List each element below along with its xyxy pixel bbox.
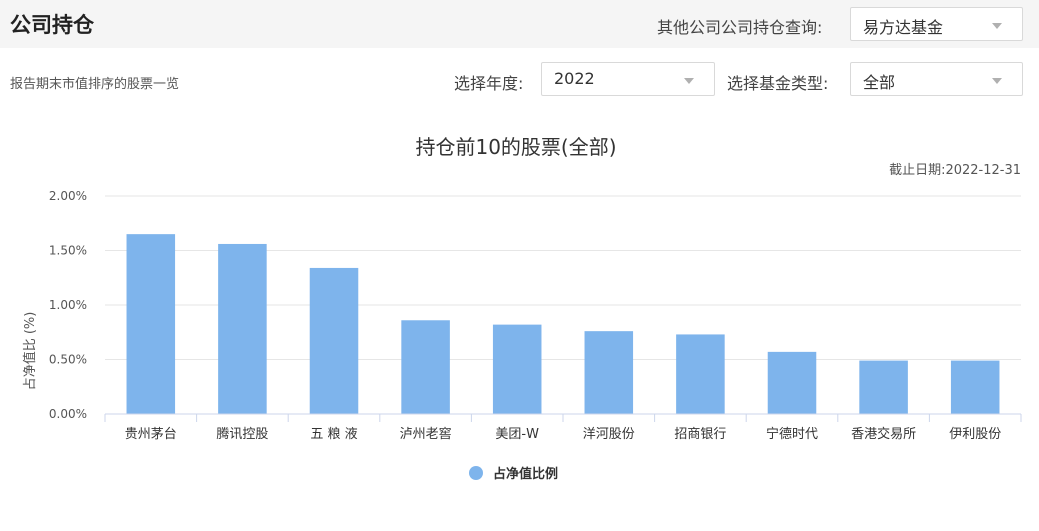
legend-marker[interactable]	[469, 466, 483, 480]
bar[interactable]	[584, 331, 634, 414]
header-bar: 公司持仓 其他公司公司持仓查询: 易方达基金	[0, 0, 1039, 48]
other-company-label: 其他公司公司持仓查询:	[657, 18, 823, 37]
y-axis-label: 占净值比 (%)	[22, 312, 38, 391]
bar[interactable]	[401, 320, 450, 414]
bar[interactable]	[218, 243, 267, 414]
year-select-value: 2022	[554, 69, 595, 88]
year-select[interactable]: 2022	[541, 62, 715, 96]
chevron-down-icon	[992, 78, 1002, 84]
x-tick-label: 美团-W	[495, 427, 539, 442]
x-tick-label: 五 粮 液	[310, 427, 357, 442]
bar[interactable]	[767, 351, 817, 414]
bar[interactable]	[676, 334, 725, 414]
x-tick-label: 洋河股份	[583, 427, 635, 442]
bar[interactable]	[492, 324, 542, 414]
chart-title: 持仓前10的股票(全部)	[415, 135, 616, 159]
chevron-down-icon	[992, 23, 1002, 29]
x-tick-label: 伊利股份	[949, 427, 1001, 442]
x-tick-label: 宁德时代	[766, 426, 818, 442]
holdings-bar-chart: 持仓前10的股票(全部) 截止日期:2022-12-31 占净值比 (%) 0.…	[22, 135, 1022, 482]
year-label: 选择年度:	[454, 74, 524, 93]
page-title: 公司持仓	[10, 13, 94, 37]
fund-type-select[interactable]: 全部	[850, 62, 1023, 96]
fund-type-select-value: 全部	[863, 73, 896, 92]
legend-label[interactable]: 占净值比例	[493, 466, 558, 482]
y-tick-label: 1.50%	[49, 244, 87, 258]
company-select[interactable]: 易方达基金	[850, 7, 1023, 41]
ranking-caption: 报告期末市值排序的股票一览	[10, 77, 180, 92]
fund-type-label: 选择基金类型:	[727, 74, 829, 93]
y-tick-label: 0.00%	[49, 407, 87, 421]
y-tick-label: 1.00%	[49, 298, 87, 312]
x-tick-label: 香港交易所	[851, 426, 916, 442]
date-note: 截止日期:2022-12-31	[889, 163, 1021, 178]
x-tick-label: 招商银行	[674, 427, 726, 442]
bar[interactable]	[126, 234, 176, 414]
x-tick-label: 贵州茅台	[125, 427, 177, 442]
y-tick-label: 0.50%	[49, 353, 87, 367]
bar[interactable]	[950, 360, 1000, 414]
chevron-down-icon	[684, 78, 694, 84]
x-tick-label: 泸州老窖	[400, 426, 452, 442]
y-tick-label: 2.00%	[49, 189, 87, 203]
company-select-value: 易方达基金	[863, 18, 944, 37]
bar[interactable]	[309, 267, 359, 414]
bar[interactable]	[859, 360, 908, 414]
x-tick-label: 腾讯控股	[216, 426, 268, 442]
